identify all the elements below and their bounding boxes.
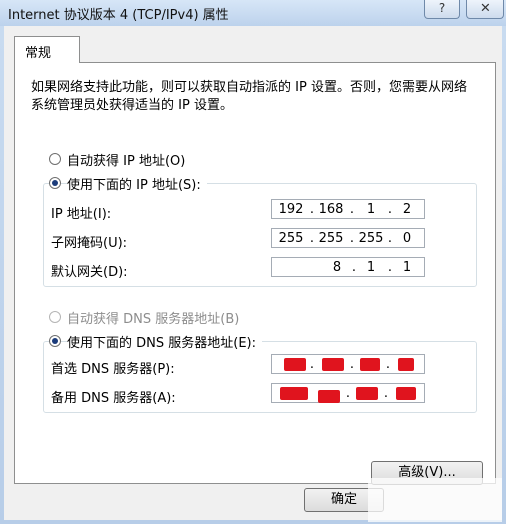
redaction-mark xyxy=(360,358,380,371)
redaction-mark xyxy=(398,358,414,371)
ip-dot: . xyxy=(349,357,355,372)
ip-octet-3: 1 xyxy=(366,202,376,217)
preferred-dns-input[interactable]: . . . xyxy=(271,354,425,374)
radio-auto-dns[interactable] xyxy=(49,311,61,323)
tab-general-label: 常规 xyxy=(25,46,52,61)
subnet-mask-label: 子网掩码(U): xyxy=(51,236,128,251)
ip-octet-4: 2 xyxy=(402,202,412,217)
tab-general[interactable]: 常规 xyxy=(14,36,80,63)
radio-manual-dns[interactable] xyxy=(49,335,61,347)
ip-dot: . xyxy=(309,231,315,246)
mask-octet-4: 0 xyxy=(402,231,412,246)
preferred-dns-label: 首选 DNS 服务器(P): xyxy=(51,362,175,377)
tab-panel-general: 如果网络支持此功能，则可以获取自动指派的 IP 设置。否则，您需要从网络系统管理… xyxy=(14,62,496,485)
description-text: 如果网络支持此功能，则可以获取自动指派的 IP 设置。否则，您需要从网络系统管理… xyxy=(31,80,467,113)
ip-dot: . xyxy=(385,357,391,372)
radio-auto-ip-label: 自动获得 IP 地址(O) xyxy=(67,154,186,169)
mask-octet-2: 255 xyxy=(318,231,344,246)
radio-auto-ip[interactable] xyxy=(49,153,61,165)
help-button[interactable]: ? xyxy=(424,0,460,19)
alternate-dns-label: 备用 DNS 服务器(A): xyxy=(51,391,176,406)
ip-octet-2: 168 xyxy=(318,202,344,217)
radio-auto-dns-label: 自动获得 DNS 服务器地址(B) xyxy=(67,312,240,327)
gateway-octet-4: 1 xyxy=(402,260,412,275)
redaction-mark xyxy=(318,390,340,403)
redaction-mark xyxy=(356,387,378,400)
ip-address-label: IP 地址(I): xyxy=(51,207,112,222)
mask-octet-1: 255 xyxy=(278,231,304,246)
ip-dot: . xyxy=(349,202,355,217)
default-gateway-input[interactable]: 8 . 1 . 1 xyxy=(271,257,425,277)
ip-address-input[interactable]: 192 . 168 . 1 . 2 xyxy=(271,199,425,219)
dialog-window: Internet 协议版本 4 (TCP/IPv4) 属性 ? + 常规 如果网… xyxy=(0,0,506,524)
ip-dot: . xyxy=(349,231,355,246)
redaction-mark xyxy=(284,358,306,371)
radio-manual-dns-label: 使用下面的 DNS 服务器地址(E): xyxy=(67,332,262,351)
mask-octet-3: 255 xyxy=(358,231,384,246)
redaction-mark xyxy=(280,387,308,400)
dialog-client: 常规 如果网络支持此功能，则可以获取自动指派的 IP 设置。否则，您需要从网络系… xyxy=(4,26,502,520)
alternate-dns-input[interactable]: . . xyxy=(271,383,425,403)
redaction-mark xyxy=(322,358,344,371)
watermark-logo xyxy=(368,478,502,522)
ip-dot: . xyxy=(309,202,315,217)
gateway-octet-2-partial: 8 xyxy=(332,260,342,275)
radio-manual-ip[interactable] xyxy=(49,177,61,189)
ip-octet-1: 192 xyxy=(278,202,304,217)
radio-manual-ip-label: 使用下面的 IP 地址(S): xyxy=(67,174,207,193)
ip-dot: . xyxy=(345,386,351,401)
default-gateway-label: 默认网关(D): xyxy=(51,265,128,280)
close-button[interactable]: + xyxy=(466,0,504,19)
ip-dot: . xyxy=(383,386,389,401)
redaction-mark xyxy=(396,387,416,400)
close-icon: + xyxy=(474,0,497,18)
window-title: Internet 协议版本 4 (TCP/IPv4) 属性 xyxy=(8,8,229,23)
ip-dot: . xyxy=(309,357,315,372)
title-bar[interactable]: Internet 协议版本 4 (TCP/IPv4) 属性 ? + xyxy=(0,0,506,26)
gateway-octet-3: 1 xyxy=(366,260,376,275)
subnet-mask-input[interactable]: 255 . 255 . 255 . 0 xyxy=(271,228,425,248)
